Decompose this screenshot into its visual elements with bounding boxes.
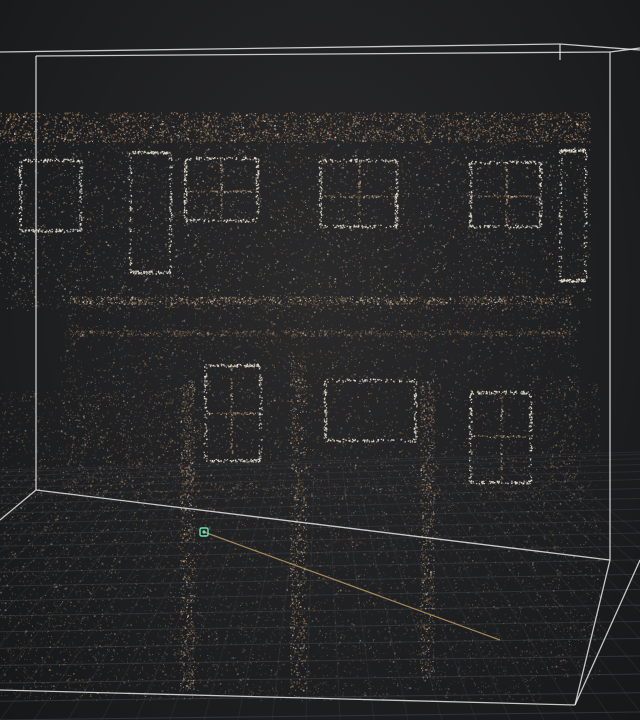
pivot-gizmo-icon[interactable]	[199, 527, 209, 537]
ground-grid	[0, 451, 640, 720]
3d-viewport[interactable]	[0, 0, 640, 720]
point-cloud-scene[interactable]	[0, 0, 640, 720]
point-cloud	[0, 112, 601, 702]
bounding-box[interactable]	[0, 43, 640, 706]
